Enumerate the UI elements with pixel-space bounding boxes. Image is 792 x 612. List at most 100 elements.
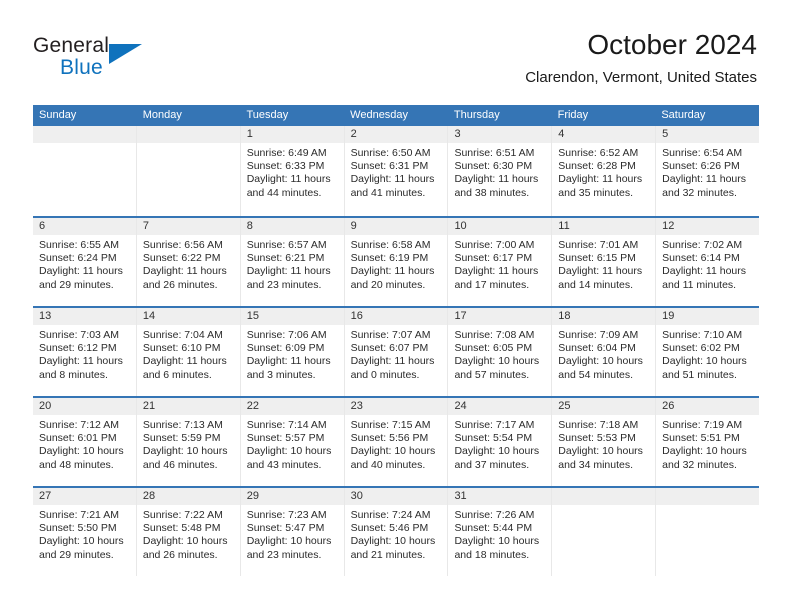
calendar-day-cell-empty (551, 488, 656, 576)
page-header: General Blue October 2024 Clarendon, Ver… (33, 28, 757, 98)
calendar-day-cell[interactable]: 30 Sunrise: 7:24 AM Sunset: 5:46 PM Dayligh… (343, 488, 448, 576)
day-number: 10 (454, 220, 467, 232)
calendar-day-cell[interactable]: 7 Sunrise: 6:56 AM Sunset: 6:22 PM Daylight… (135, 218, 240, 306)
day-detail-line: Sunset: 6:21 PM (246, 252, 325, 265)
calendar-day-cell[interactable]: 23 Sunrise: 7:15 AM Sunset: 5:56 PM Dayligh… (343, 398, 448, 486)
logo-text-blue: Blue (60, 56, 103, 79)
day-details: Sunrise: 7:26 AM Sunset: 5:44 PM Daylight:… (448, 505, 551, 562)
day-detail-line: Sunset: 5:57 PM (246, 432, 325, 445)
day-detail-line: Sunset: 6:28 PM (558, 160, 636, 173)
calendar-week-row: 27 Sunrise: 7:21 AM Sunset: 5:50 PM Dayligh… (33, 486, 760, 576)
day-detail-line: Sunset: 6:14 PM (662, 252, 740, 265)
calendar-day-cell[interactable]: 17 Sunrise: 7:08 AM Sunset: 6:05 PM Dayligh… (447, 308, 552, 396)
day-number-band: 11 (552, 218, 656, 235)
calendar-day-cell[interactable]: 18 Sunrise: 7:09 AM Sunset: 6:04 PM Dayligh… (551, 308, 656, 396)
day-detail-line: Sunset: 6:05 PM (454, 342, 533, 355)
day-number: 15 (246, 310, 259, 322)
day-number-band (656, 488, 760, 505)
calendar-day-cell[interactable]: 14 Sunrise: 7:04 AM Sunset: 6:10 PM Dayligh… (135, 308, 240, 396)
calendar-day-cell[interactable]: 11 Sunrise: 7:01 AM Sunset: 6:15 PM Dayligh… (551, 218, 656, 306)
weekday-header-saturday: Saturday (661, 109, 706, 121)
weekday-header-friday: Friday (557, 109, 589, 121)
title-block: October 2024 Clarendon, Vermont, United … (525, 28, 757, 89)
page-title: October 2024 (587, 29, 757, 60)
day-details: Sunrise: 7:15 AM Sunset: 5:56 PM Daylight:… (345, 415, 448, 472)
calendar-day-cell[interactable]: 8 Sunrise: 6:57 AM Sunset: 6:21 PM Daylight… (239, 218, 344, 306)
location-subtitle: Clarendon, Vermont, United States (525, 69, 757, 86)
weekday-header-monday: Monday (142, 109, 182, 121)
calendar-day-cell[interactable]: 26 Sunrise: 7:19 AM Sunset: 5:51 PM Dayligh… (655, 398, 760, 486)
calendar-day-cell[interactable]: 4 Sunrise: 6:52 AM Sunset: 6:28 PM Daylight… (551, 126, 656, 216)
day-number-band: 22 (240, 398, 344, 415)
day-number-band: 14 (136, 308, 240, 325)
day-detail-line: and 3 minutes. (246, 368, 316, 381)
day-details: Sunrise: 7:23 AM Sunset: 5:47 PM Daylight:… (241, 505, 344, 562)
day-detail-line: Daylight: 11 hours (558, 173, 643, 186)
day-detail-line: Sunrise: 7:00 AM (454, 239, 535, 251)
day-number-band: 13 (33, 308, 136, 325)
calendar-day-cell[interactable]: 21 Sunrise: 7:13 AM Sunset: 5:59 PM Dayligh… (135, 398, 240, 486)
calendar-day-cell[interactable]: 24 Sunrise: 7:17 AM Sunset: 5:54 PM Dayligh… (447, 398, 552, 486)
calendar-day-cell[interactable]: 31 Sunrise: 7:26 AM Sunset: 5:44 PM Dayligh… (447, 488, 552, 576)
day-number-band: 3 (448, 126, 552, 143)
weekday-header-row: Sunday Monday Tuesday Wednesday Thursday… (33, 105, 759, 126)
day-number: 7 (142, 220, 149, 232)
day-details: Sunrise: 7:13 AM Sunset: 5:59 PM Daylight:… (137, 415, 240, 472)
calendar-day-cell[interactable]: 1 Sunrise: 6:49 AM Sunset: 6:33 PM Daylight… (239, 126, 344, 216)
calendar-day-cell[interactable]: 2 Sunrise: 6:50 AM Sunset: 6:31 PM Daylight… (343, 126, 448, 216)
calendar-day-cell[interactable]: 19 Sunrise: 7:10 AM Sunset: 6:02 PM Dayligh… (655, 308, 760, 396)
calendar-day-cell[interactable]: 13 Sunrise: 7:03 AM Sunset: 6:12 PM Dayligh… (33, 308, 136, 396)
calendar-day-cell[interactable]: 5 Sunrise: 6:54 AM Sunset: 6:26 PM Daylight… (655, 126, 760, 216)
day-detail-line: and 41 minutes. (350, 186, 426, 199)
day-number-band (33, 126, 136, 143)
calendar-day-cell[interactable]: 6 Sunrise: 6:55 AM Sunset: 6:24 PM Daylight… (33, 218, 136, 306)
calendar-day-cell[interactable]: 20 Sunrise: 7:12 AM Sunset: 6:01 PM Dayligh… (33, 398, 136, 486)
calendar-day-cell[interactable]: 9 Sunrise: 6:58 AM Sunset: 6:19 PM Daylight… (343, 218, 448, 306)
day-detail-line: Sunrise: 7:15 AM (350, 419, 431, 431)
day-detail-line: Daylight: 11 hours (246, 265, 331, 278)
day-detail-line: Sunrise: 7:18 AM (558, 419, 639, 431)
day-number-band: 9 (344, 218, 448, 235)
day-number: 23 (350, 400, 363, 412)
day-number-band: 19 (656, 308, 760, 325)
day-number: 2 (350, 128, 357, 140)
day-details: Sunrise: 7:24 AM Sunset: 5:46 PM Daylight:… (345, 505, 448, 562)
calendar-day-cell[interactable]: 27 Sunrise: 7:21 AM Sunset: 5:50 PM Dayligh… (33, 488, 136, 576)
calendar-day-cell[interactable]: 28 Sunrise: 7:22 AM Sunset: 5:48 PM Dayligh… (135, 488, 240, 576)
day-detail-line: Sunrise: 7:10 AM (662, 329, 743, 341)
calendar-day-cell[interactable]: 29 Sunrise: 7:23 AM Sunset: 5:47 PM Dayligh… (239, 488, 344, 576)
day-number-band: 4 (552, 126, 656, 143)
day-number: 22 (246, 400, 259, 412)
day-details: Sunrise: 7:21 AM Sunset: 5:50 PM Daylight:… (33, 505, 136, 562)
day-number-band: 5 (656, 126, 760, 143)
day-detail-line: Daylight: 10 hours (350, 445, 436, 458)
day-detail-line: and 38 minutes. (454, 186, 530, 199)
day-number: 17 (454, 310, 467, 322)
day-detail-line: and 11 minutes. (662, 278, 737, 291)
day-detail-line: Sunrise: 6:56 AM (142, 239, 223, 251)
day-detail-line: Daylight: 10 hours (142, 535, 228, 548)
calendar-day-cell[interactable]: 16 Sunrise: 7:07 AM Sunset: 6:07 PM Dayligh… (343, 308, 448, 396)
day-number-band: 21 (136, 398, 240, 415)
calendar-day-cell[interactable]: 3 Sunrise: 6:51 AM Sunset: 6:30 PM Daylight… (447, 126, 552, 216)
day-number: 8 (246, 220, 253, 232)
general-blue-logo: General Blue (33, 34, 153, 90)
day-number: 21 (142, 400, 156, 412)
day-detail-line: Sunset: 6:04 PM (558, 342, 636, 355)
day-detail-line: Daylight: 11 hours (454, 265, 539, 278)
calendar-day-cell[interactable]: 15 Sunrise: 7:06 AM Sunset: 6:09 PM Dayligh… (239, 308, 344, 396)
day-detail-line: Sunset: 6:30 PM (454, 160, 533, 173)
calendar-day-cell[interactable]: 12 Sunrise: 7:02 AM Sunset: 6:14 PM Dayligh… (655, 218, 760, 306)
day-detail-line: Sunset: 5:44 PM (454, 522, 533, 535)
calendar-day-cell[interactable]: 25 Sunrise: 7:18 AM Sunset: 5:53 PM Dayligh… (551, 398, 656, 486)
calendar-day-cell[interactable]: 10 Sunrise: 7:00 AM Sunset: 6:17 PM Dayligh… (447, 218, 552, 306)
calendar-day-cell[interactable]: 22 Sunrise: 7:14 AM Sunset: 5:57 PM Dayligh… (239, 398, 344, 486)
day-number: 28 (142, 490, 156, 502)
day-details: Sunrise: 7:08 AM Sunset: 6:05 PM Daylight:… (448, 325, 551, 382)
day-details (656, 505, 759, 509)
day-detail-line: Daylight: 10 hours (454, 535, 540, 548)
day-details: Sunrise: 6:49 AM Sunset: 6:33 PM Daylight:… (241, 143, 344, 200)
day-details: Sunrise: 7:18 AM Sunset: 5:53 PM Daylight:… (552, 415, 655, 472)
day-detail-line: Daylight: 11 hours (350, 355, 435, 368)
day-detail-line: Daylight: 10 hours (662, 355, 747, 368)
